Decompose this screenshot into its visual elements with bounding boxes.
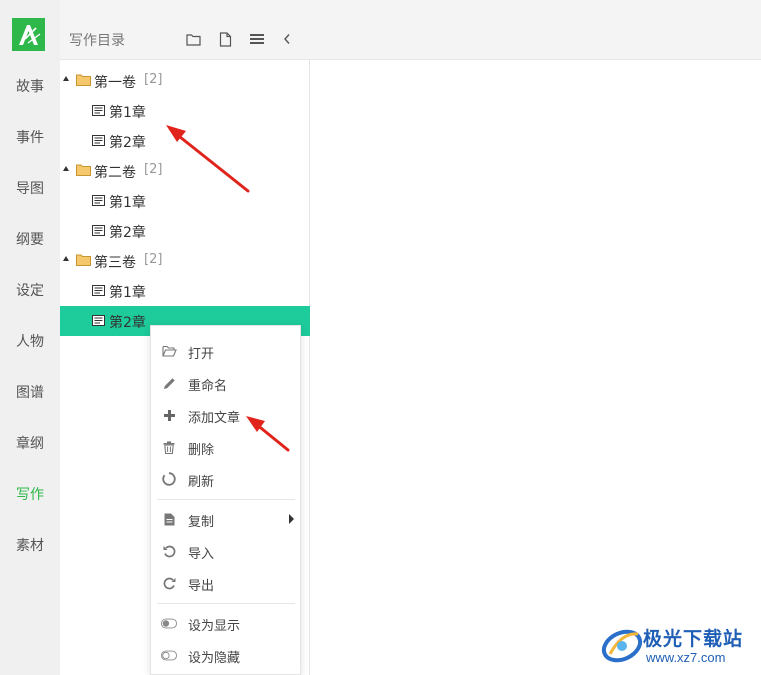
menu-item-add-article[interactable]: 添加文章 xyxy=(151,400,300,430)
watermark-logo-icon xyxy=(601,629,643,663)
rail-item-materials[interactable]: 素材 xyxy=(0,535,60,555)
rail-item-settings[interactable]: 设定 xyxy=(0,280,60,300)
chapter-label: 第1章 xyxy=(109,195,146,211)
rail-item-characters[interactable]: 人物 xyxy=(0,331,60,351)
volume-label: 第二卷 xyxy=(94,165,136,181)
app-logo xyxy=(12,18,45,51)
rail-item-mindmap[interactable]: 导图 xyxy=(0,178,60,198)
folder-icon xyxy=(185,33,201,46)
toggle-off-icon xyxy=(161,647,177,663)
rail-item-events[interactable]: 事件 xyxy=(0,127,60,147)
menu-item-refresh[interactable]: 刷新 xyxy=(151,464,300,494)
document-icon xyxy=(92,105,105,116)
tree-chapter[interactable]: 第1章 xyxy=(60,186,310,216)
file-icon xyxy=(219,31,231,47)
menu-item-delete[interactable]: 删除 xyxy=(151,432,300,462)
tree-volume-2[interactable]: 第二卷 [2] xyxy=(60,156,310,186)
document-icon xyxy=(92,285,105,296)
menu-item-export[interactable]: 导出 xyxy=(151,568,300,598)
menu-item-set-hidden[interactable]: 设为隐藏 xyxy=(151,640,300,670)
export-icon xyxy=(161,575,177,591)
document-icon xyxy=(92,195,105,206)
nav-rail: 故事 事件 导图 纲要 设定 人物 图谱 章纲 写作 素材 xyxy=(0,0,60,675)
copy-doc-icon xyxy=(161,511,177,527)
collapse-icon xyxy=(284,34,290,44)
expand-toggle-icon[interactable] xyxy=(63,76,69,81)
rail-item-writing[interactable]: 写作 xyxy=(0,484,60,504)
panel-header: 写作目录 xyxy=(60,0,310,60)
rail-item-story[interactable]: 故事 xyxy=(0,76,60,96)
app-window: 故事 事件 导图 纲要 设定 人物 图谱 章纲 写作 素材 写作目录 第一卷 [… xyxy=(0,0,761,675)
document-icon xyxy=(92,135,105,146)
toggle-on-icon xyxy=(161,615,177,631)
chapter-label: 第2章 xyxy=(109,225,146,241)
watermark-title: 极光下载站 xyxy=(643,628,744,650)
rail-item-graph[interactable]: 图谱 xyxy=(0,382,60,402)
menu-item-import[interactable]: 导入 xyxy=(151,536,300,566)
volume-count: [2] xyxy=(144,72,163,87)
tree-chapter[interactable]: 第2章 xyxy=(60,216,310,246)
volume-count: [2] xyxy=(144,252,163,267)
tree-chapter[interactable]: 第1章 xyxy=(60,96,310,126)
panel-title: 写作目录 xyxy=(69,33,125,49)
context-menu: 打开 重命名 添加文章 删除 刷新 复制 导入 导出 设为显示 设为隐藏 xyxy=(150,325,301,675)
submenu-arrow-icon xyxy=(289,514,294,524)
watermark: 极光下载站 www.xz7.com xyxy=(600,622,755,668)
new-file-button[interactable] xyxy=(216,30,234,48)
editor-header xyxy=(310,0,761,60)
plus-icon xyxy=(161,407,177,423)
trash-icon xyxy=(161,439,177,455)
tree-volume-3[interactable]: 第三卷 [2] xyxy=(60,246,310,276)
list-menu-button[interactable] xyxy=(248,30,266,48)
menu-icon xyxy=(250,34,264,44)
document-icon xyxy=(92,225,105,236)
rail-item-outline[interactable]: 纲要 xyxy=(0,229,60,249)
menu-item-copy[interactable]: 复制 xyxy=(151,504,300,534)
folder-icon xyxy=(76,164,91,176)
menu-item-rename[interactable]: 重命名 xyxy=(151,368,300,398)
menu-separator xyxy=(157,603,295,604)
chapter-label: 第2章 xyxy=(109,135,146,151)
watermark-url: www.xz7.com xyxy=(646,650,726,665)
menu-item-open[interactable]: 打开 xyxy=(151,336,300,366)
tree-volume-1[interactable]: 第一卷 [2] xyxy=(60,66,310,96)
pencil-icon xyxy=(161,375,177,391)
expand-toggle-icon[interactable] xyxy=(63,166,69,171)
tree-chapter[interactable]: 第1章 xyxy=(60,276,310,306)
menu-separator xyxy=(157,499,295,500)
document-icon xyxy=(92,315,105,326)
expand-toggle-icon[interactable] xyxy=(63,256,69,261)
volume-label: 第一卷 xyxy=(94,75,136,91)
folder-icon xyxy=(76,254,91,266)
import-icon xyxy=(161,543,177,559)
chapter-label: 第1章 xyxy=(109,105,146,121)
folder-open-icon xyxy=(161,343,177,359)
chapter-label: 第2章 xyxy=(109,315,146,331)
menu-item-set-visible[interactable]: 设为显示 xyxy=(151,608,300,638)
folder-icon xyxy=(76,74,91,86)
collapse-panel-button[interactable] xyxy=(278,30,296,48)
chapter-label: 第1章 xyxy=(109,285,146,301)
rail-item-chapter-outline[interactable]: 章纲 xyxy=(0,433,60,453)
refresh-icon xyxy=(161,471,177,487)
volume-count: [2] xyxy=(144,162,163,177)
new-folder-button[interactable] xyxy=(184,30,202,48)
volume-label: 第三卷 xyxy=(94,255,136,271)
tree-chapter[interactable]: 第2章 xyxy=(60,126,310,156)
